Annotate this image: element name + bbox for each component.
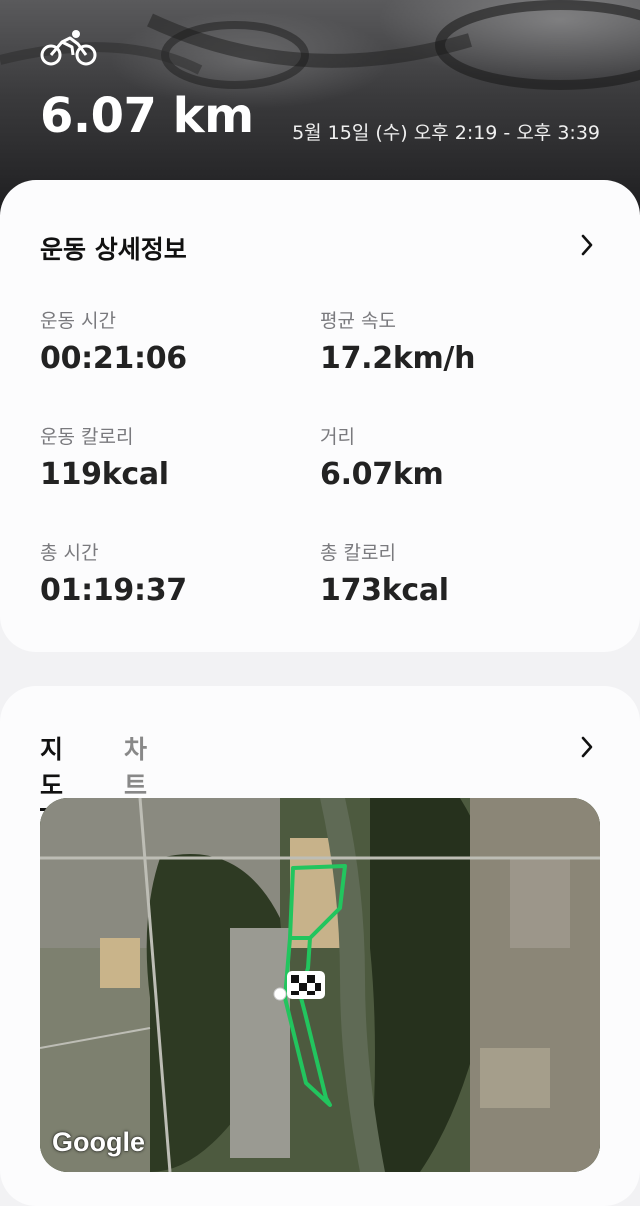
stat-value: 17.2km/h <box>320 341 476 376</box>
finish-flag-icon <box>287 971 325 999</box>
satellite-map-image <box>40 798 600 1172</box>
stat-value: 173kcal <box>320 573 449 608</box>
cycling-icon <box>40 30 97 66</box>
stat-average-speed: 평균 속도 17.2km/h <box>320 306 475 376</box>
stat-label: 평균 속도 <box>320 310 396 332</box>
chevron-right-icon[interactable] <box>580 234 594 256</box>
stat-distance: 거리 6.07km <box>320 422 444 492</box>
workout-details-card[interactable]: 운동 상세정보 운동 시간 00:21:06 평균 속도 17.2km/h 운동… <box>0 180 640 652</box>
stat-label: 거리 <box>320 426 355 448</box>
details-title: 운동 상세정보 <box>40 235 187 264</box>
stat-workout-time: 운동 시간 00:21:06 <box>40 306 187 376</box>
workout-datetime: 5월 15일 (수) 오후 2:19 - 오후 3:39 <box>292 122 600 144</box>
stat-total-calories: 총 칼로리 173kcal <box>320 538 449 608</box>
stat-workout-calories: 운동 칼로리 119kcal <box>40 422 169 492</box>
total-distance: 6.07 km <box>40 88 254 144</box>
stat-total-time: 총 시간 01:19:37 <box>40 538 187 608</box>
chevron-right-icon[interactable] <box>580 736 594 758</box>
stat-label: 총 시간 <box>40 542 99 564</box>
stat-label: 총 칼로리 <box>320 542 396 564</box>
route-map[interactable]: Google <box>40 798 600 1172</box>
stat-value: 119kcal <box>40 457 169 492</box>
map-card: 지도 차트 Google <box>0 686 640 1206</box>
stat-value: 6.07km <box>320 457 444 492</box>
stat-value: 00:21:06 <box>40 341 187 376</box>
stat-label: 운동 시간 <box>40 310 116 332</box>
start-point-icon <box>273 987 287 1001</box>
stat-value: 01:19:37 <box>40 573 187 608</box>
google-attribution: Google <box>52 1127 145 1157</box>
stat-label: 운동 칼로리 <box>40 426 134 448</box>
tab-chart[interactable]: 차트 <box>124 730 147 802</box>
